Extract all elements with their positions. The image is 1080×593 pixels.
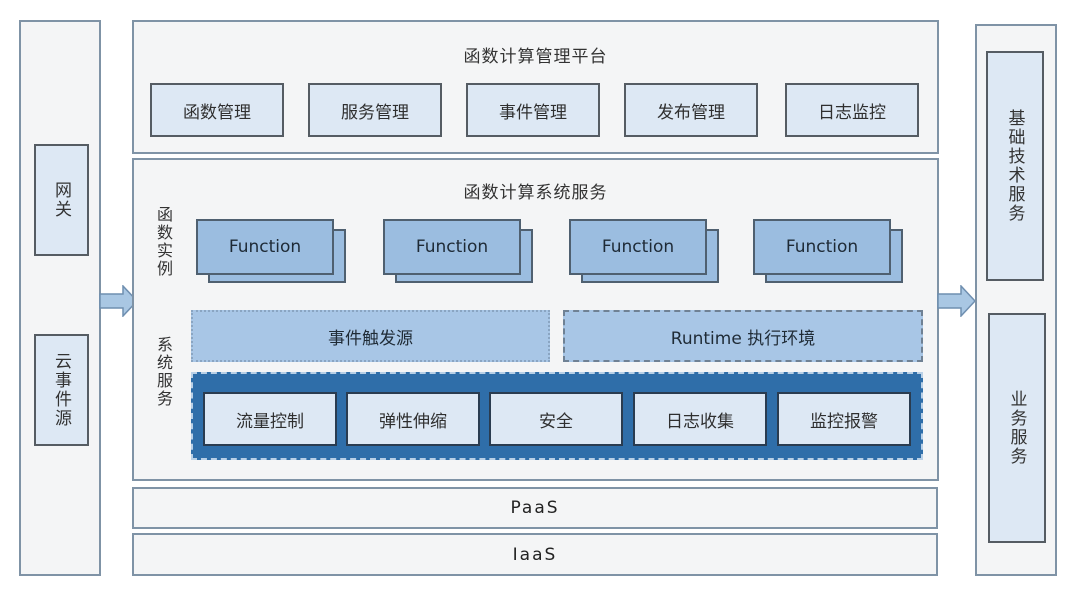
security-box: 安全 bbox=[489, 392, 623, 446]
system-service-title: 函数计算系统服务 bbox=[463, 183, 608, 203]
traffic-control-label: 流量控制 bbox=[236, 411, 304, 432]
log-monitoring-box: 日志监控 bbox=[785, 83, 919, 137]
paas-layer: PaaS bbox=[132, 487, 938, 529]
business-services-box: 业务服务 bbox=[988, 313, 1046, 543]
function-instance: Function bbox=[569, 219, 721, 283]
function-instance: Function bbox=[753, 219, 905, 283]
gateway-box: 网关 bbox=[34, 144, 89, 256]
event-management-label: 事件管理 bbox=[499, 102, 567, 123]
cloud-event-source-box: 云事件源 bbox=[34, 334, 89, 446]
security-label: 安全 bbox=[539, 411, 573, 432]
basic-tech-services-label: 基础技术服务 bbox=[1004, 109, 1025, 223]
event-trigger-source-label: 事件触发源 bbox=[328, 328, 413, 349]
business-services-label: 业务服务 bbox=[1006, 390, 1027, 466]
log-collection-box: 日志收集 bbox=[633, 392, 767, 446]
release-management-label: 发布管理 bbox=[657, 102, 725, 123]
traffic-control-box: 流量控制 bbox=[203, 392, 337, 446]
service-management-box: 服务管理 bbox=[308, 83, 442, 137]
function-instance: Function bbox=[383, 219, 535, 283]
log-monitoring-label: 日志监控 bbox=[818, 102, 886, 123]
monitoring-alert-box: 监控报警 bbox=[777, 392, 911, 446]
function-box: Function bbox=[196, 219, 334, 275]
log-collection-label: 日志收集 bbox=[666, 411, 734, 432]
function-instance: Function bbox=[196, 219, 348, 283]
function-instances-label: 函数实例 bbox=[154, 206, 173, 278]
gateway-label: 网关 bbox=[51, 181, 71, 219]
basic-tech-services-box: 基础技术服务 bbox=[986, 51, 1044, 281]
left-column bbox=[19, 20, 101, 576]
service-management-label: 服务管理 bbox=[341, 102, 409, 123]
event-management-box: 事件管理 bbox=[466, 83, 600, 137]
system-services-label: 系统服务 bbox=[154, 336, 173, 408]
iaas-layer: IaaS bbox=[132, 533, 938, 576]
runtime-environment-box: Runtime 执行环境 bbox=[563, 310, 923, 362]
management-platform-title: 函数计算管理平台 bbox=[463, 47, 608, 67]
paas-label: PaaS bbox=[510, 498, 560, 518]
iaas-label: IaaS bbox=[512, 544, 558, 565]
cloud-event-source-label: 云事件源 bbox=[51, 352, 71, 428]
function-box: Function bbox=[569, 219, 707, 275]
event-trigger-source-box: 事件触发源 bbox=[191, 310, 550, 362]
monitoring-alert-label: 监控报警 bbox=[810, 411, 878, 432]
function-box: Function bbox=[383, 219, 521, 275]
auto-scaling-label: 弹性伸缩 bbox=[379, 411, 447, 432]
function-management-box: 函数管理 bbox=[150, 83, 284, 137]
system-services-container: 流量控制 弹性伸缩 安全 日志收集 监控报警 bbox=[191, 372, 923, 460]
function-management-label: 函数管理 bbox=[183, 102, 251, 123]
auto-scaling-box: 弹性伸缩 bbox=[346, 392, 480, 446]
right-arrow-icon bbox=[937, 285, 977, 317]
function-box: Function bbox=[753, 219, 891, 275]
runtime-environment-label: Runtime 执行环境 bbox=[670, 328, 816, 349]
release-management-box: 发布管理 bbox=[624, 83, 758, 137]
